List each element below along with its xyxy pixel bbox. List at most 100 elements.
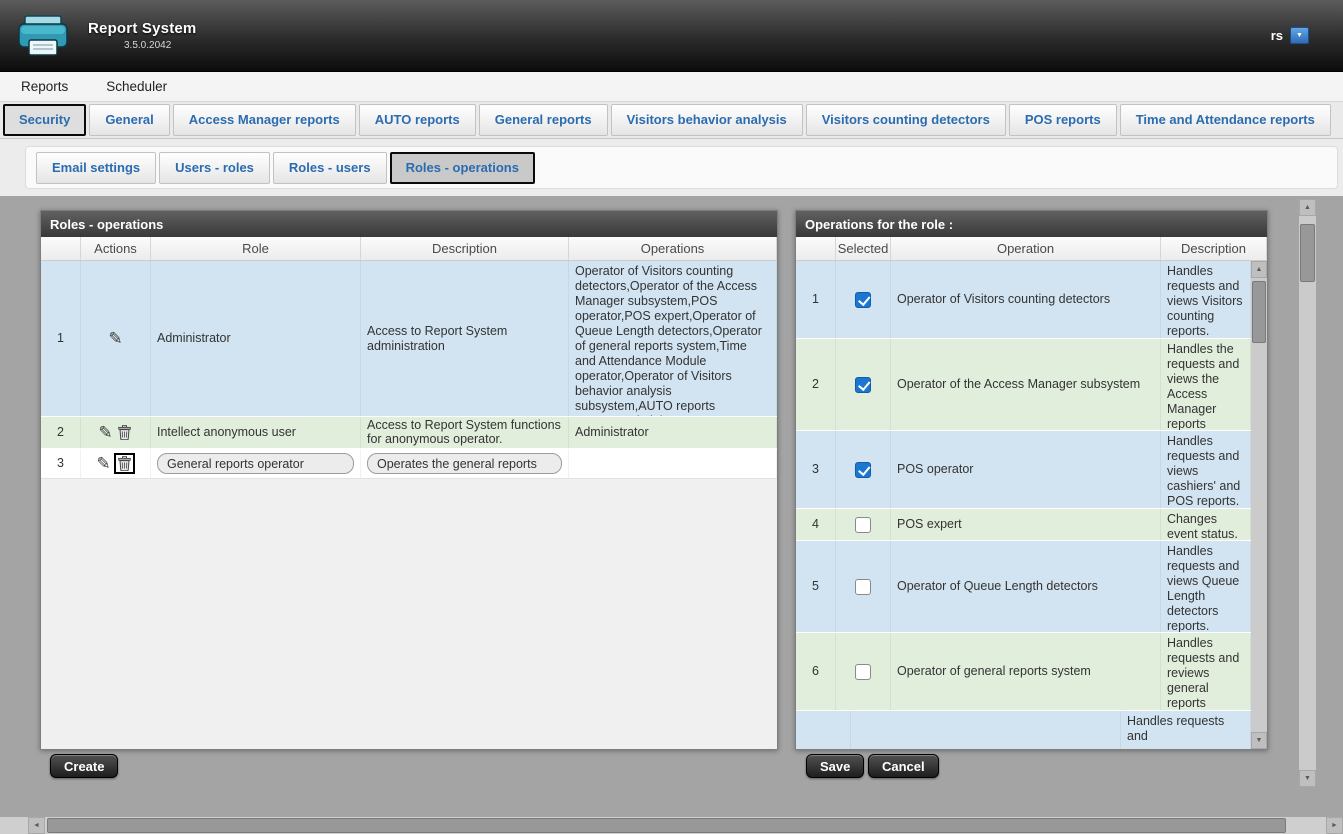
operation-row: 4 POS expert Changes event status. xyxy=(796,509,1251,541)
row-number: 3 xyxy=(796,431,836,508)
roles-operations-panel: Roles - operations Actions Role Descript… xyxy=(40,210,778,750)
roles-col-index xyxy=(41,237,81,260)
roles-col-operations: Operations xyxy=(569,237,777,260)
main-tab-visitors-behavior-analysis[interactable]: Visitors behavior analysis xyxy=(611,104,803,136)
row-number: 1 xyxy=(41,261,81,416)
operations-col-description: Description xyxy=(1161,237,1267,260)
main-tab-general[interactable]: General xyxy=(89,104,169,136)
subtab-users-roles[interactable]: Users - roles xyxy=(159,152,270,184)
operations-scroll-track[interactable] xyxy=(1251,278,1267,732)
role-row-administrator: 1 ✎ Administrator Access to Report Syste… xyxy=(41,261,777,417)
save-button[interactable]: Save xyxy=(806,754,864,778)
page-horizontal-scrollbar[interactable]: ◄ ► xyxy=(0,817,1343,834)
main-tab-security[interactable]: Security xyxy=(3,104,86,136)
role-name-cell xyxy=(151,449,361,478)
row-number: 2 xyxy=(41,417,81,448)
role-description-cell xyxy=(361,449,569,478)
subtab-email-settings[interactable]: Email settings xyxy=(36,152,156,184)
page-vertical-scrollbar[interactable]: ▲ ▼ xyxy=(1299,199,1316,787)
role-row-intellect-anonymous-user: 2 ✎ Intellect anonymous us xyxy=(41,417,777,449)
scroll-right-icon[interactable]: ► xyxy=(1326,817,1343,834)
role-row-editing: 3 ✎ xyxy=(41,449,777,479)
selected-cell xyxy=(836,509,891,540)
menu-item-scheduler[interactable]: Scheduler xyxy=(106,79,167,94)
edit-icon[interactable]: ✎ xyxy=(108,330,122,347)
page-vscroll-track[interactable] xyxy=(1299,216,1316,770)
selected-cell xyxy=(836,431,891,508)
main-tab-auto-reports[interactable]: AUTO reports xyxy=(359,104,476,136)
role-name-input[interactable] xyxy=(157,453,354,474)
roles-col-description: Description xyxy=(361,237,569,260)
operation-checkbox[interactable] xyxy=(855,292,871,308)
main-tab-time-and-attendance-reports[interactable]: Time and Attendance reports xyxy=(1120,104,1331,136)
main-tab-pos-reports[interactable]: POS reports xyxy=(1009,104,1117,136)
app-header: Report System 3.5.0.2042 rs ▼ xyxy=(0,0,1343,72)
scroll-down-icon[interactable]: ▼ xyxy=(1251,732,1267,749)
operations-scroll-thumb[interactable] xyxy=(1252,281,1266,343)
edit-icon[interactable]: ✎ xyxy=(96,455,110,472)
main-tab-access-manager-reports[interactable]: Access Manager reports xyxy=(173,104,356,136)
scroll-up-icon[interactable]: ▲ xyxy=(1251,261,1267,278)
main-tab-general-reports[interactable]: General reports xyxy=(479,104,608,136)
operations-scrollbar[interactable]: ▲ ▼ xyxy=(1251,261,1267,749)
operation-name: Operator of the Access Manager subsystem xyxy=(891,339,1161,430)
operations-panel-title: Operations for the role : xyxy=(796,211,1267,237)
scroll-down-icon[interactable]: ▼ xyxy=(1299,770,1316,787)
operations-for-role-panel: Operations for the role : Selected Opera… xyxy=(795,210,1268,750)
operation-row-partial: Handles requests and xyxy=(796,711,1251,749)
delete-icon[interactable] xyxy=(116,424,133,441)
operation-name: Operator of general reports system xyxy=(891,633,1161,710)
roles-table-header: Actions Role Description Operations xyxy=(41,237,777,261)
delete-icon-highlighted[interactable] xyxy=(114,453,135,474)
operation-description: Handles requests and reviews general rep… xyxy=(1161,633,1251,710)
operations-col-index xyxy=(796,237,836,260)
operation-description: Handles requests and views cashiers' and… xyxy=(1161,431,1251,508)
role-description: Access to Report System functions for an… xyxy=(361,417,569,448)
role-operations: Operator of Visitors counting detectors,… xyxy=(569,261,777,416)
row-number: 2 xyxy=(796,339,836,430)
operation-checkbox[interactable] xyxy=(855,462,871,478)
operations-rows: 1 Operator of Visitors counting detector… xyxy=(796,261,1251,749)
operation-checkbox[interactable] xyxy=(855,517,871,533)
operation-name xyxy=(851,711,1121,749)
page-hscroll-thumb[interactable] xyxy=(47,818,1286,833)
role-name: Administrator xyxy=(151,261,361,416)
scroll-up-icon[interactable]: ▲ xyxy=(1299,199,1316,216)
main-tab-visitors-counting-detectors[interactable]: Visitors counting detectors xyxy=(806,104,1006,136)
roles-col-actions: Actions xyxy=(81,237,151,260)
row-number: 3 xyxy=(41,449,81,478)
user-menu-button[interactable]: ▼ xyxy=(1290,27,1309,44)
operation-row: 2 Operator of the Access Manager subsyst… xyxy=(796,339,1251,431)
menubar: Reports Scheduler xyxy=(0,72,1343,102)
scroll-left-icon[interactable]: ◄ xyxy=(28,817,45,834)
menu-item-reports[interactable]: Reports xyxy=(21,79,68,94)
operation-checkbox[interactable] xyxy=(855,377,871,393)
subtab-band: Email settings Users - roles Roles - use… xyxy=(0,139,1343,196)
main-tab-bar: Security General Access Manager reports … xyxy=(0,102,1343,139)
subtab-roles-users[interactable]: Roles - users xyxy=(273,152,387,184)
create-button[interactable]: Create xyxy=(50,754,118,778)
operation-checkbox[interactable] xyxy=(855,579,871,595)
app-titles: Report System 3.5.0.2042 xyxy=(88,20,196,51)
row-number: 5 xyxy=(796,541,836,632)
role-description-input[interactable] xyxy=(367,453,562,474)
role-operations: Administrator xyxy=(569,417,777,448)
operation-name: POS operator xyxy=(891,431,1161,508)
user-area: rs ▼ xyxy=(1271,27,1309,44)
operation-checkbox[interactable] xyxy=(855,664,871,680)
edit-icon[interactable]: ✎ xyxy=(98,424,112,441)
operation-name: POS expert xyxy=(891,509,1161,540)
report-system-app: Report System 3.5.0.2042 rs ▼ Reports Sc… xyxy=(0,0,1343,817)
page-hscroll-track[interactable] xyxy=(45,817,1326,834)
cancel-button[interactable]: Cancel xyxy=(868,754,939,778)
chevron-down-icon: ▼ xyxy=(1296,32,1303,39)
operation-description: Handles requests and views Visitors coun… xyxy=(1161,261,1251,338)
operations-col-selected: Selected xyxy=(836,237,891,260)
operations-table-header: Selected Operation Description xyxy=(796,237,1267,261)
row-actions: ✎ xyxy=(81,449,151,478)
selected-cell xyxy=(836,339,891,430)
row-number: 6 xyxy=(796,633,836,710)
subtab-roles-operations[interactable]: Roles - operations xyxy=(390,152,535,184)
role-operations xyxy=(569,449,777,478)
page-vscroll-thumb[interactable] xyxy=(1300,224,1315,282)
